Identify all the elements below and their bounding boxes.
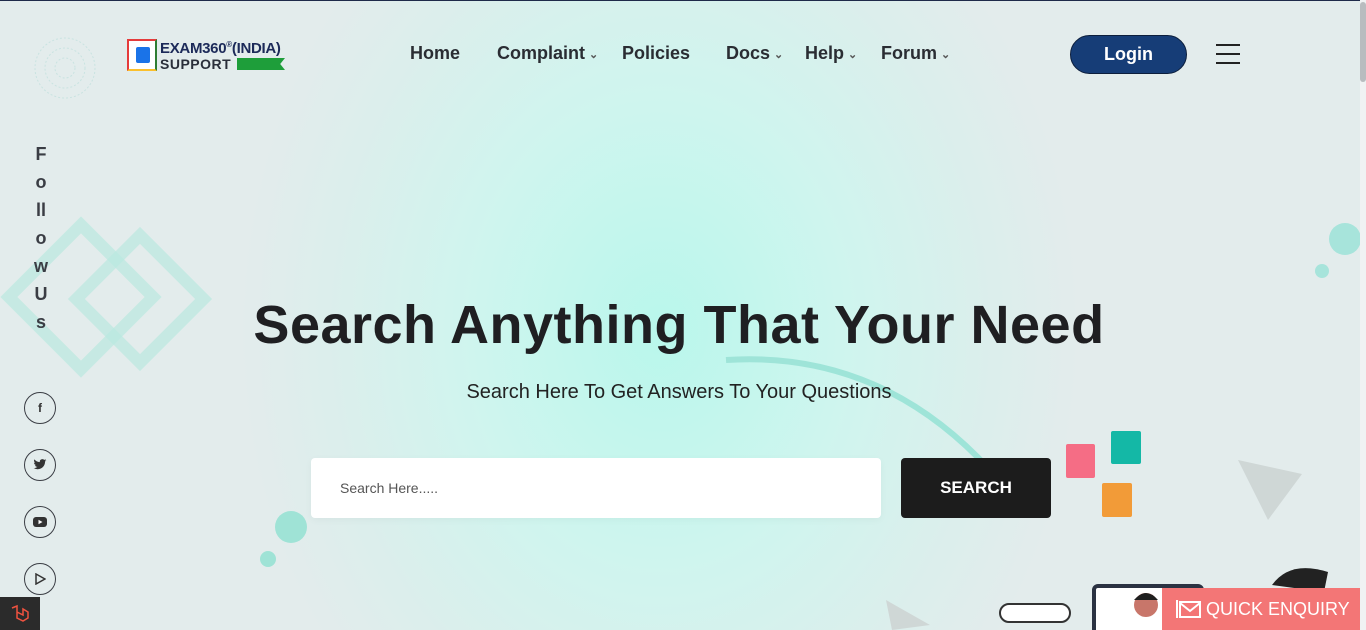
twitter-icon[interactable] bbox=[24, 449, 56, 481]
youtube-play-icon bbox=[33, 517, 47, 527]
nav-policies-label: Policies bbox=[622, 43, 691, 63]
twitter-bird-icon bbox=[33, 459, 47, 470]
chevron-down-icon: ⌄ bbox=[848, 49, 858, 61]
nav-help-label: Help bbox=[805, 43, 845, 63]
nav-docs-label: Docs bbox=[726, 43, 771, 63]
laravel-logo-icon bbox=[11, 604, 29, 622]
nav-home[interactable]: Home bbox=[410, 43, 460, 64]
chevron-down-icon: ⌄ bbox=[774, 49, 784, 61]
play-triangle-icon bbox=[35, 573, 46, 585]
logo-bag-icon bbox=[127, 39, 157, 71]
play-store-icon[interactable] bbox=[24, 563, 56, 595]
nav-complaint-label: Complaint bbox=[497, 43, 585, 63]
site-logo[interactable]: EXAM360®(INDIA) SUPPORT bbox=[127, 39, 287, 73]
search-button[interactable]: SEARCH bbox=[901, 458, 1051, 518]
hamburger-icon[interactable] bbox=[1216, 44, 1240, 64]
quick-enquiry-label: QUICK ENQUIRY bbox=[1206, 598, 1350, 619]
chevron-down-icon: ⌄ bbox=[941, 49, 951, 61]
nav-complaint[interactable]: Complaint ⌄ bbox=[497, 43, 598, 64]
nav-home-label: Home bbox=[410, 43, 461, 63]
search-input[interactable] bbox=[311, 458, 881, 518]
nav-forum-label: Forum bbox=[881, 43, 937, 63]
logo-flag-graphic bbox=[237, 58, 285, 70]
login-button[interactable]: Login bbox=[1070, 35, 1187, 74]
envelope-icon bbox=[1176, 600, 1201, 618]
logo-text-line1: EXAM360 bbox=[160, 40, 227, 57]
nav-forum[interactable]: Forum ⌄ bbox=[881, 43, 950, 64]
hero-subtitle: Search Here To Get Answers To Your Quest… bbox=[466, 381, 892, 403]
hero-title: Search Anything That Your Need bbox=[253, 295, 1105, 355]
nav-policies[interactable]: Policies bbox=[622, 43, 690, 64]
nav-help[interactable]: Help ⌄ bbox=[805, 43, 857, 64]
chevron-down-icon: ⌄ bbox=[589, 49, 599, 61]
nav-docs[interactable]: Docs ⌄ bbox=[726, 43, 783, 64]
logo-text-line1-suffix: (INDIA) bbox=[231, 40, 281, 57]
laravel-debug-icon[interactable] bbox=[0, 597, 40, 630]
youtube-icon[interactable] bbox=[24, 506, 56, 538]
page-scrollbar[interactable] bbox=[1360, 0, 1366, 630]
logo-text-line2: SUPPORT bbox=[160, 56, 232, 72]
quick-enquiry-button[interactable]: QUICK ENQUIRY bbox=[1162, 588, 1361, 630]
scrollbar-thumb[interactable] bbox=[1360, 2, 1366, 82]
